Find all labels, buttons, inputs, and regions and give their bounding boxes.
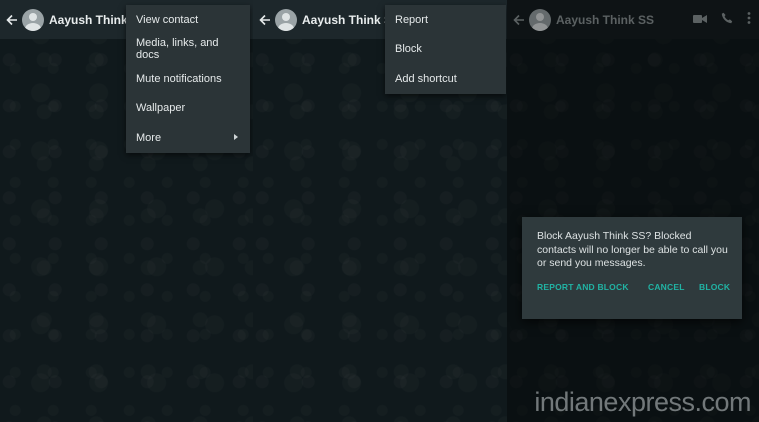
phone-icon[interactable] [721,11,733,29]
header-actions [693,0,751,39]
back-arrow-icon[interactable] [4,12,20,28]
video-call-icon[interactable] [693,11,707,29]
avatar-icon[interactable] [275,8,297,31]
avatar-icon[interactable] [22,8,44,31]
menu-item-wallpaper[interactable]: Wallpaper [126,94,250,124]
dialog-actions: REPORT AND BLOCK CANCEL BLOCK [522,282,742,296]
back-arrow-icon[interactable] [257,12,273,28]
menu-item-report[interactable]: Report [385,5,506,35]
menu-item-add-shortcut[interactable]: Add shortcut [385,64,506,94]
chat-panel-2: Aayush Think SS Report Block Add shortcu… [253,0,507,422]
watermark: indianexpress.com [534,387,751,417]
chat-panel-3: Aayush Think SS Block Aayush Think SS? B… [507,0,759,422]
chevron-right-icon [234,134,238,140]
menu-item-view-contact[interactable]: View contact [126,5,250,35]
avatar-icon[interactable] [529,8,551,31]
menu-item-more[interactable]: More [126,123,250,153]
menu-item-media-links-docs[interactable]: Media, links, and docs [126,35,250,65]
more-vertical-icon[interactable] [747,11,751,29]
menu-item-more-label: More [136,131,162,144]
back-arrow-icon[interactable] [511,12,527,28]
chat-header: Aayush Think SS [507,0,759,39]
menu-item-mute-notifications[interactable]: Mute notifications [126,64,250,94]
block-contact-dialog: Block Aayush Think SS? Blocked contacts … [522,217,742,319]
cancel-button[interactable]: CANCEL [648,282,685,292]
chat-panel-1: Aayush Think SS View contact Media, link… [0,0,253,422]
report-and-block-button[interactable]: REPORT AND BLOCK [537,282,629,292]
menu-item-block[interactable]: Block [385,35,506,65]
overflow-menu: View contact Media, links, and docs Mute… [126,5,250,153]
more-submenu: Report Block Add shortcut [385,5,506,94]
dialog-message: Block Aayush Think SS? Blocked contacts … [537,230,728,269]
block-button[interactable]: BLOCK [699,282,730,292]
contact-name[interactable]: Aayush Think SS [556,13,654,27]
